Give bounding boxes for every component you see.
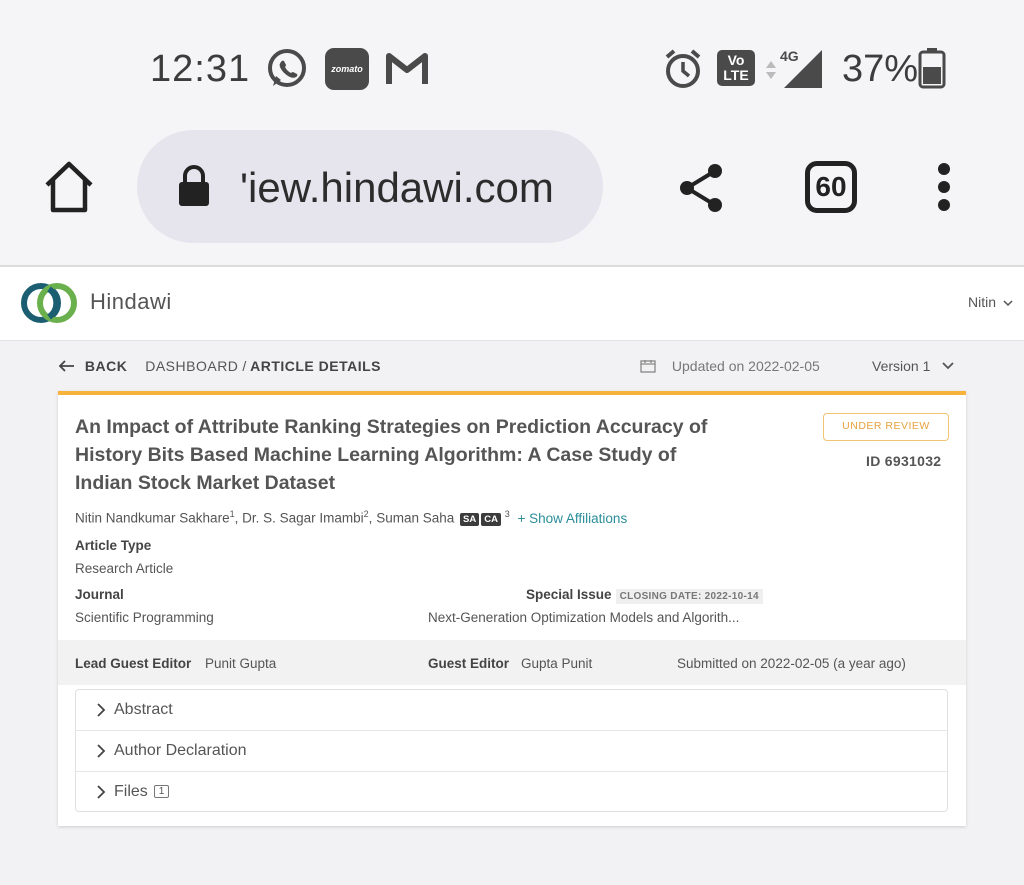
closing-date-badge: CLOSING DATE: 2022-10-14 bbox=[615, 589, 763, 604]
guest-editor-label: Guest Editor bbox=[428, 656, 510, 671]
url-text[interactable]: 'iew.hindawi.com bbox=[240, 164, 590, 212]
calendar-icon bbox=[640, 360, 656, 373]
arrow-left-icon[interactable] bbox=[58, 360, 75, 372]
corresponding-author-tag: CA bbox=[481, 512, 501, 526]
special-issue-value: Next-Generation Optimization Models and … bbox=[428, 610, 740, 625]
brand-name[interactable]: Hindawi bbox=[90, 289, 172, 315]
tab-switcher-button[interactable]: 60 bbox=[805, 161, 857, 213]
updated-info: Updated on 2022-02-05 bbox=[640, 358, 820, 374]
user-menu[interactable]: Nitin bbox=[968, 294, 1013, 310]
chevron-right-icon bbox=[97, 785, 106, 799]
signal-icon bbox=[783, 49, 823, 94]
article-type-value: Research Article bbox=[75, 561, 174, 576]
article-sections: Abstract Author Declaration Files 1 bbox=[75, 689, 948, 812]
more-options-icon[interactable] bbox=[936, 162, 952, 217]
article-card: An Impact of Attribute Ranking Strategie… bbox=[58, 391, 966, 826]
author-list: Nitin Nandkumar Sakhare1, Dr. S. Sagar I… bbox=[75, 509, 628, 526]
submitting-author-tag: SA bbox=[460, 512, 480, 526]
back-link[interactable]: BACK bbox=[85, 358, 127, 374]
journal-label: Journal bbox=[75, 587, 124, 602]
breadcrumb-separator: / bbox=[242, 358, 247, 374]
abstract-section[interactable]: Abstract bbox=[76, 690, 947, 731]
editors-row: Lead Guest Editor Punit Gupta Guest Edit… bbox=[58, 640, 966, 685]
status-time: 12:31 bbox=[150, 48, 251, 90]
article-type-label: Article Type bbox=[75, 538, 152, 553]
submitted-date: Submitted on 2022-02-05 (a year ago) bbox=[677, 656, 906, 671]
author-name: Dr. S. Sagar Imambi bbox=[242, 510, 364, 526]
battery-percent: 37% bbox=[842, 48, 919, 90]
breadcrumb: BACK DASHBOARD / ARTICLE DETAILS bbox=[58, 358, 381, 374]
version-label[interactable]: Version 1 bbox=[872, 358, 930, 374]
lead-editor-value: Punit Gupta bbox=[205, 656, 277, 671]
whatsapp-icon bbox=[265, 47, 309, 96]
article-id: ID 6931032 bbox=[866, 453, 942, 469]
updated-date: Updated on 2022-02-05 bbox=[671, 358, 820, 374]
chevron-down-icon bbox=[942, 362, 954, 370]
journal-value: Scientific Programming bbox=[75, 610, 214, 625]
home-icon[interactable] bbox=[42, 160, 96, 219]
hindawi-logo-icon[interactable] bbox=[20, 281, 78, 330]
chevron-right-icon bbox=[97, 703, 106, 717]
dashboard-link[interactable]: DASHBOARD bbox=[145, 358, 238, 374]
share-icon[interactable] bbox=[678, 163, 724, 218]
guest-editor-value: Gupta Punit bbox=[521, 656, 593, 671]
special-issue-label: Special Issue CLOSING DATE: 2022-10-14 bbox=[526, 587, 763, 604]
address-bar[interactable]: 'iew.hindawi.com bbox=[137, 130, 603, 243]
section-label[interactable]: Abstract bbox=[114, 701, 173, 719]
user-name[interactable]: Nitin bbox=[968, 294, 996, 310]
app-header: Hindawi Nitin bbox=[0, 267, 1024, 341]
volte-icon: Vo LTE bbox=[717, 50, 755, 86]
chevron-down-icon bbox=[1003, 300, 1013, 307]
version-select[interactable]: Version 1 bbox=[872, 358, 954, 374]
author-name: Nitin Nandkumar Sakhare bbox=[75, 510, 230, 526]
zomato-icon: zomato bbox=[325, 48, 369, 90]
alarm-icon bbox=[662, 47, 704, 96]
data-arrows-icon bbox=[765, 60, 777, 85]
files-section[interactable]: Files 1 bbox=[76, 772, 947, 813]
author-declaration-section[interactable]: Author Declaration bbox=[76, 731, 947, 772]
breadcrumb-current: ARTICLE DETAILS bbox=[250, 358, 381, 374]
section-label[interactable]: Files bbox=[114, 783, 148, 800]
status-badge: UNDER REVIEW bbox=[823, 413, 949, 441]
section-label[interactable]: Author Declaration bbox=[114, 742, 247, 760]
browser-toolbar: 'iew.hindawi.com 60 bbox=[0, 130, 1024, 267]
show-affiliations-link[interactable]: + Show Affiliations bbox=[518, 511, 628, 526]
lock-icon[interactable] bbox=[177, 165, 211, 212]
chevron-right-icon bbox=[97, 744, 106, 758]
article-title: An Impact of Attribute Ranking Strategie… bbox=[75, 416, 708, 494]
battery-icon bbox=[918, 47, 946, 94]
gmail-icon bbox=[385, 50, 429, 91]
status-bar: 12:31 zomato Vo LTE 4G 37% bbox=[0, 0, 1024, 130]
lead-editor-label: Lead Guest Editor bbox=[75, 656, 192, 671]
files-count-badge: 1 bbox=[153, 785, 170, 798]
author-name: Suman Saha bbox=[376, 510, 455, 526]
